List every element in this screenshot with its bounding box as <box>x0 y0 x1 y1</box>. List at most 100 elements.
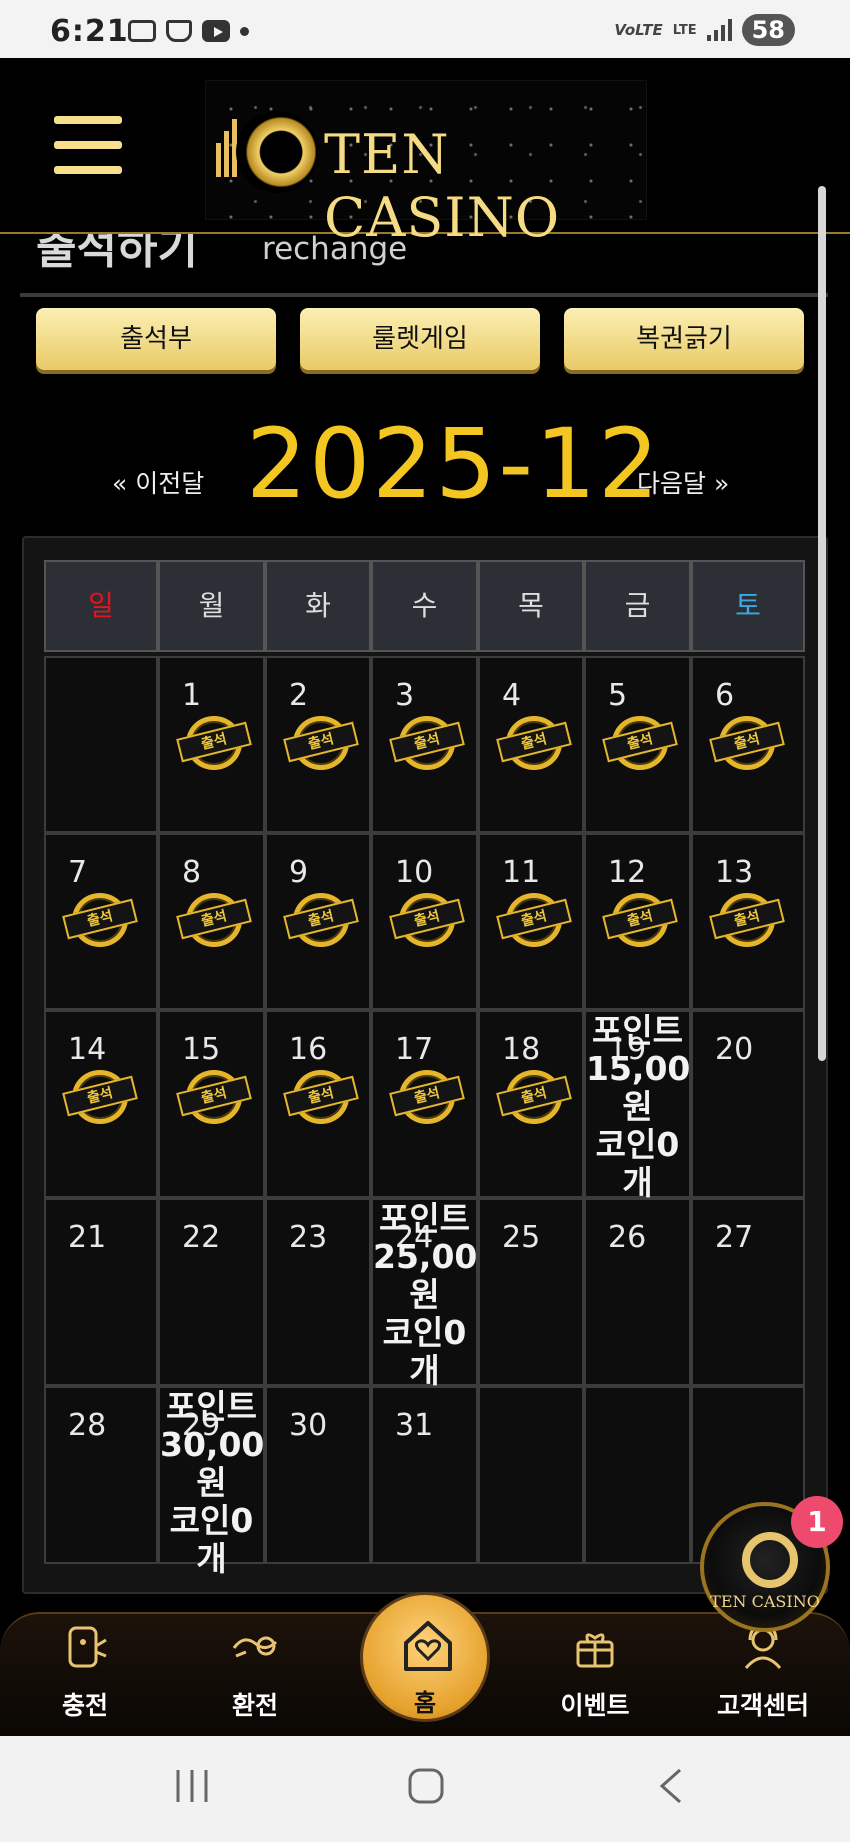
day-number: 20 <box>715 1032 754 1067</box>
logo-bars-icon <box>216 117 238 177</box>
calendar-day-26[interactable]: 26 <box>584 1198 691 1386</box>
calendar-day-25[interactable]: 25 <box>478 1198 584 1386</box>
attendance-stamp-icon: 출석 <box>283 716 359 770</box>
attendance-stamp-icon: 출석 <box>176 1070 252 1124</box>
calendar-day-14[interactable]: 14 출석 <box>44 1010 158 1198</box>
nav-exchange-label: 환전 <box>231 1691 278 1720</box>
calendar-day-3[interactable]: 3 출석 <box>371 656 478 833</box>
day-number: 11 <box>502 855 541 890</box>
reward-line: 포인트 <box>378 1199 471 1238</box>
attendance-stamp-icon: 출석 <box>283 893 359 947</box>
attendance-stamp-icon: 출석 <box>602 893 678 947</box>
tab-lottery[interactable]: 복권긁기 <box>564 308 804 370</box>
calendar-day-27[interactable]: 27 <box>691 1198 805 1386</box>
day-number: 25 <box>502 1220 541 1255</box>
menu-icon[interactable] <box>54 116 122 174</box>
home-icon[interactable] <box>406 1766 446 1806</box>
volte-indicator: VoLTE <box>614 21 663 39</box>
attendance-stamp-icon: 출석 <box>709 893 785 947</box>
tab-attendance[interactable]: 출석부 <box>36 308 276 370</box>
status-time: 6:21 <box>50 14 129 49</box>
calendar-day-6[interactable]: 6 출석 <box>691 656 805 833</box>
weekday-header-sat: 토 <box>691 560 805 652</box>
reward-info: 포인트 30,000 원 코인0 개 <box>160 1387 288 1578</box>
nav-charge[interactable]: 충전 <box>10 1614 160 1738</box>
reward-line: 포인트 <box>165 1387 258 1426</box>
calendar-day-28[interactable]: 28 <box>44 1386 158 1564</box>
nav-event[interactable]: 이벤트 <box>520 1614 670 1738</box>
recent-apps-icon[interactable] <box>172 1766 212 1806</box>
day-number: 16 <box>289 1032 328 1067</box>
calendar-day-19[interactable]: 19 포인트 15,000 원 코인0 개 <box>584 1010 713 1202</box>
calendar-day-5[interactable]: 5 출석 <box>584 656 691 833</box>
reward-line: 원 <box>409 1275 440 1314</box>
calendar-day-8[interactable]: 8 출석 <box>158 833 265 1010</box>
calendar-day-16[interactable]: 16 출석 <box>265 1010 371 1198</box>
reward-line: 원 <box>196 1463 227 1502</box>
page-scrollbar[interactable] <box>818 186 826 1061</box>
calendar-day-11[interactable]: 11 출석 <box>478 833 584 1010</box>
weekday-header-wed: 수 <box>371 560 478 652</box>
day-number: 1 <box>182 678 202 713</box>
day-number: 3 <box>395 678 415 713</box>
calendar-day-4[interactable]: 4 출석 <box>478 656 584 833</box>
prev-month-link[interactable]: « 이전달 <box>112 464 204 500</box>
calendar-day-21[interactable]: 21 <box>44 1198 158 1386</box>
reward-line: 개 <box>409 1351 440 1390</box>
reward-line: 30,000 <box>160 1425 288 1464</box>
tab-roulette[interactable]: 룰렛게임 <box>300 308 540 370</box>
day-number: 14 <box>68 1032 107 1067</box>
nav-home-button[interactable]: 홈 <box>360 1592 490 1722</box>
home-heart-icon <box>404 1621 452 1671</box>
youtube-icon <box>202 20 230 42</box>
calendar-day-10[interactable]: 10 출석 <box>371 833 478 1010</box>
calendar-day-30[interactable]: 30 <box>265 1386 371 1564</box>
reward-info: 포인트 25,000 원 코인0 개 <box>373 1199 500 1390</box>
calendar-day-24[interactable]: 24 포인트 25,000 원 코인0 개 <box>371 1198 500 1390</box>
day-number: 22 <box>182 1220 221 1255</box>
day-number: 27 <box>715 1220 754 1255</box>
calendar-day-18[interactable]: 18 출석 <box>478 1010 584 1198</box>
site-logo[interactable]: TEN CASINO <box>205 80 647 249</box>
calendar-day-empty <box>478 1386 584 1564</box>
calendar-day-12[interactable]: 12 출석 <box>584 833 691 1010</box>
reward-line: 코인0 <box>169 1501 254 1540</box>
nav-exchange[interactable]: 환전 <box>180 1614 330 1738</box>
attendance-stamp-icon: 출석 <box>496 893 572 947</box>
day-number: 15 <box>182 1032 221 1067</box>
back-icon[interactable] <box>652 1766 692 1806</box>
nav-support[interactable]: 고객센터 <box>688 1614 838 1738</box>
day-number: 5 <box>608 678 628 713</box>
notification-badge: 1 <box>791 1496 843 1548</box>
signal-icon <box>706 19 732 41</box>
day-number: 7 <box>68 855 88 890</box>
system-nav-bar <box>0 1736 850 1842</box>
floating-logo-button[interactable]: TEN CASINO 1 <box>700 1496 843 1632</box>
calendar-day-22[interactable]: 22 <box>158 1198 265 1386</box>
calendar-day-1[interactable]: 1 출석 <box>158 656 265 833</box>
calendar-day-9[interactable]: 9 출석 <box>265 833 371 1010</box>
nav-support-label: 고객센터 <box>716 1691 809 1720</box>
status-right: VoLTE LTE 58 <box>614 14 795 46</box>
nav-charge-label: 충전 <box>61 1691 108 1720</box>
battery-indicator: 58 <box>741 14 795 46</box>
notification-icons <box>128 20 249 42</box>
attendance-stamp-icon: 출석 <box>602 716 678 770</box>
calendar-day-29[interactable]: 29 포인트 30,000 원 코인0 개 <box>158 1386 287 1578</box>
calendar-day-7[interactable]: 7 출석 <box>44 833 158 1010</box>
calendar-day-15[interactable]: 15 출석 <box>158 1010 265 1198</box>
current-month: 2025-12 <box>246 408 662 520</box>
calendar-day-13[interactable]: 13 출석 <box>691 833 805 1010</box>
day-number: 30 <box>289 1408 328 1443</box>
calendar-day-31[interactable]: 31 <box>371 1386 478 1564</box>
attendance-stamp-icon: 출석 <box>176 716 252 770</box>
calendar-day-20[interactable]: 20 <box>691 1010 805 1198</box>
calendar-day-17[interactable]: 17 출석 <box>371 1010 478 1198</box>
reward-line: 코인0 <box>595 1125 680 1164</box>
section-divider <box>20 293 828 297</box>
calendar-day-2[interactable]: 2 출석 <box>265 656 371 833</box>
calendar-day-23[interactable]: 23 <box>265 1198 371 1386</box>
site-header: TEN CASINO <box>0 58 850 249</box>
weekday-header-sun: 일 <box>44 560 158 652</box>
next-month-link[interactable]: 다음달 » <box>637 464 729 500</box>
